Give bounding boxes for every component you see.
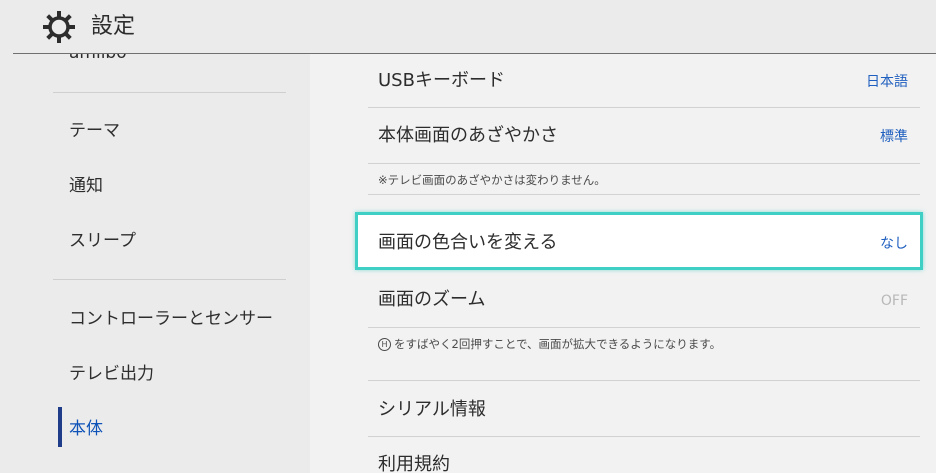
- setting-terms[interactable]: 利用規約: [368, 437, 920, 473]
- sidebar-item-theme[interactable]: テーマ: [69, 120, 120, 142]
- zoom-note-text: をすばやく2回押すことで、画面が拡大できるようになります。: [394, 337, 722, 351]
- sidebar-item-amiibo[interactable]: amiibo: [69, 54, 127, 64]
- header-divider: [13, 53, 936, 54]
- home-button-icon: H: [378, 338, 391, 351]
- setting-screen-brightness[interactable]: 本体画面のあざやかさ 標準: [368, 108, 920, 163]
- divider: [368, 194, 920, 195]
- sidebar-divider: [53, 279, 286, 280]
- sidebar-item-controllers[interactable]: コントローラーとセンサー: [69, 308, 273, 330]
- setting-note: H をすばやく2回押すことで、画面が拡大できるようになります。: [368, 328, 920, 358]
- active-indicator: [58, 407, 62, 447]
- sidebar-item-sleep[interactable]: スリープ: [69, 230, 136, 252]
- sidebar-divider: [53, 92, 286, 93]
- setting-value: 標準: [880, 129, 908, 145]
- gear-icon: [43, 11, 75, 43]
- brightness-note: ※テレビ画面のあざやかさは変わりません。: [378, 173, 606, 187]
- setting-label: 画面のズーム: [378, 289, 486, 310]
- app-header: 設定: [0, 0, 936, 54]
- setting-value: なし: [880, 236, 908, 252]
- setting-zoom[interactable]: 画面のズーム OFF: [368, 273, 920, 326]
- setting-serial-info[interactable]: シリアル情報: [368, 381, 920, 436]
- setting-label: シリアル情報: [378, 399, 486, 420]
- setting-value: OFF: [880, 293, 908, 309]
- setting-note: ※テレビ画面のあざやかさは変わりません。: [368, 164, 920, 194]
- settings-panel: USBキーボード 日本語 本体画面のあざやかさ 標準 ※テレビ画面のあざやかさは…: [310, 54, 936, 473]
- setting-label: 利用規約: [378, 454, 450, 473]
- setting-usb-keyboard[interactable]: USBキーボード 日本語: [368, 54, 920, 107]
- setting-label: 本体画面のあざやかさ: [378, 125, 558, 146]
- setting-color-filter[interactable]: 画面の色合いを変える なし: [368, 215, 920, 267]
- sidebar-item-system[interactable]: 本体: [69, 418, 103, 440]
- zoom-note: H をすばやく2回押すことで、画面が拡大できるようになります。: [378, 336, 721, 352]
- setting-value: 日本語: [866, 74, 908, 90]
- page-title: 設定: [91, 14, 136, 39]
- setting-label: 画面の色合いを変える: [378, 232, 558, 253]
- sidebar-item-notifications[interactable]: 通知: [69, 175, 103, 197]
- sidebar-item-tv-output[interactable]: テレビ出力: [69, 363, 154, 385]
- setting-label: USBキーボード: [378, 70, 505, 91]
- sidebar: amiibo テーマ 通知 スリープ コントローラーとセンサー テレビ出力 本体: [0, 54, 310, 473]
